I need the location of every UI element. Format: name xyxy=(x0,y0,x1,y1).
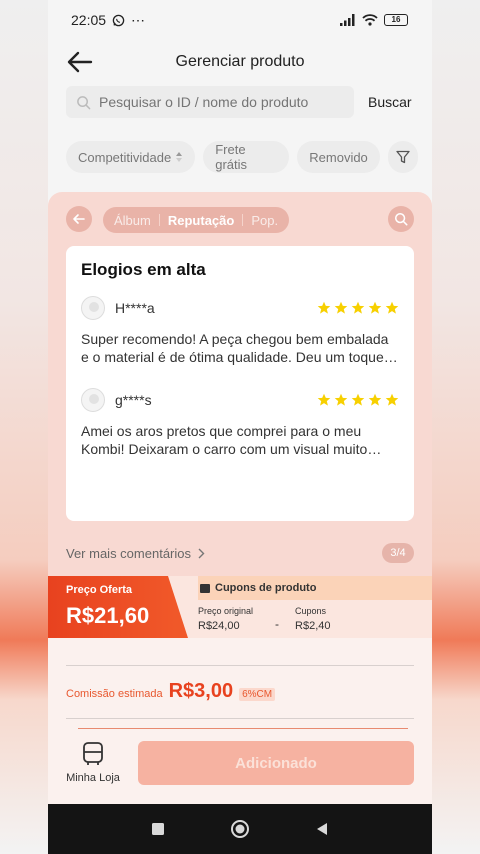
coupons-block: Cupons de produto Preço original R$24,00… xyxy=(198,576,432,638)
search-input[interactable] xyxy=(99,94,339,110)
star-icon xyxy=(317,393,331,406)
review-user: H****a xyxy=(115,300,155,316)
back-icon[interactable] xyxy=(314,821,330,837)
avatar xyxy=(81,296,105,320)
commission-value: R$3,00 xyxy=(168,680,234,702)
background-blur-right xyxy=(432,0,480,854)
more-notifications-icon: ⋯ xyxy=(131,11,146,28)
more-comments-label: Ver mais comentários xyxy=(66,545,191,561)
signal-icon xyxy=(340,14,355,26)
more-comments-row: Ver mais comentários 3/4 xyxy=(66,541,414,565)
phone-screen: 22:05 ⋯ 16 Gerenciar produto Pesquisar o… xyxy=(48,0,432,854)
recents-icon[interactable] xyxy=(150,821,166,837)
commission-label: Comissão estimada xyxy=(66,688,163,700)
sheet-toolbar: Álbum Reputação Pop. xyxy=(66,206,414,234)
star-icon xyxy=(317,301,331,314)
android-nav-bar xyxy=(48,804,432,854)
filter-label: Removido xyxy=(309,149,368,165)
funnel-icon xyxy=(396,150,410,164)
background-blur-left xyxy=(0,0,48,854)
chevron-right-icon xyxy=(198,548,205,558)
tab-separator xyxy=(242,214,244,226)
offer-price-block: Preço Oferta R$21,60 xyxy=(48,576,188,638)
sheet-search-button[interactable] xyxy=(388,206,414,232)
price-strip: Preço Oferta R$21,60 Cupons de produto P… xyxy=(48,576,432,638)
filter-button[interactable] xyxy=(387,141,418,173)
original-price-label: Preço original xyxy=(198,606,254,616)
filter-competitividade[interactable]: Competitividade xyxy=(66,141,196,173)
my-shop-button[interactable]: Minha Loja xyxy=(64,742,122,784)
shop-icon xyxy=(83,742,103,765)
back-arrow-icon[interactable] xyxy=(66,48,94,76)
star-icon xyxy=(368,393,382,406)
coupons-title: Cupons de produto xyxy=(215,582,317,594)
top-bar: Gerenciar produto xyxy=(48,40,432,84)
star-rating xyxy=(317,301,399,315)
star-icon xyxy=(385,301,399,314)
battery-icon: 16 xyxy=(384,14,408,26)
whatsapp-icon xyxy=(112,14,125,26)
original-price-value: R$24,00 xyxy=(198,620,240,632)
minus-sign: - xyxy=(275,617,280,631)
star-rating xyxy=(317,393,399,407)
page-title: Gerenciar produto xyxy=(175,53,305,70)
search-icon xyxy=(394,212,408,226)
search-row: Buscar xyxy=(66,86,418,118)
review-text: Super recomendo! A peça chegou bem embal… xyxy=(81,331,389,365)
offer-price: R$21,60 xyxy=(66,603,150,628)
filter-label: Competitividade xyxy=(78,149,172,165)
divider xyxy=(66,665,414,666)
coupon-label: Cupons xyxy=(295,606,327,616)
top-reviews-card: Elogios em alta H****a Super recomendo! … xyxy=(66,246,414,521)
status-bar: 22:05 ⋯ 16 xyxy=(48,0,432,40)
coupon-icon xyxy=(200,583,210,593)
avatar xyxy=(81,388,105,412)
more-comments-link[interactable]: Ver mais comentários xyxy=(66,546,205,561)
review-item: g****s Amei os aros pretos que comprei p… xyxy=(81,388,399,458)
offer-label: Preço Oferta xyxy=(66,584,133,596)
review-user: g****s xyxy=(115,392,152,408)
wifi-icon xyxy=(362,14,378,26)
review-text: Amei os aros pretos que comprei para o m… xyxy=(81,423,368,457)
tab-separator xyxy=(158,214,160,226)
sheet-tabs: Álbum Reputação Pop. xyxy=(103,207,290,233)
search-field[interactable] xyxy=(66,86,354,118)
tab-album[interactable]: Álbum xyxy=(114,213,151,228)
search-icon xyxy=(77,95,91,109)
star-icon xyxy=(385,393,399,406)
back-arrow-icon xyxy=(73,214,85,224)
filter-removido[interactable]: Removido xyxy=(297,141,380,173)
sheet-back-button[interactable] xyxy=(66,206,92,232)
filter-chips: Competitividade Frete grátis Removido xyxy=(66,141,418,173)
tab-reputacao[interactable]: Reputação xyxy=(168,213,234,228)
tab-pop[interactable]: Pop. xyxy=(251,213,278,228)
star-icon xyxy=(351,301,365,314)
filter-label: Frete grátis xyxy=(215,142,248,172)
star-icon xyxy=(368,301,382,314)
commission-badge: 6%CM xyxy=(239,688,276,701)
commission-row: Comissão estimada R$3,00 6%CM xyxy=(66,680,276,703)
coupon-value: R$2,40 xyxy=(295,620,331,632)
home-icon[interactable] xyxy=(230,819,250,839)
status-time: 22:05 xyxy=(71,12,107,28)
search-button[interactable]: Buscar xyxy=(368,94,412,110)
review-item: H****a Super recomendo! A peça chegou be… xyxy=(81,296,399,366)
shop-label: Minha Loja xyxy=(66,772,120,784)
divider xyxy=(66,718,414,719)
star-icon xyxy=(334,393,348,406)
sort-icon xyxy=(176,152,183,162)
added-button[interactable]: Adicionado xyxy=(138,741,414,785)
star-icon xyxy=(351,393,365,406)
card-title: Elogios em alta xyxy=(81,260,206,279)
star-icon xyxy=(334,301,348,314)
accent-divider xyxy=(78,728,408,729)
filter-frete-gratis[interactable]: Frete grátis xyxy=(203,141,290,173)
page-indicator: 3/4 xyxy=(382,543,414,563)
